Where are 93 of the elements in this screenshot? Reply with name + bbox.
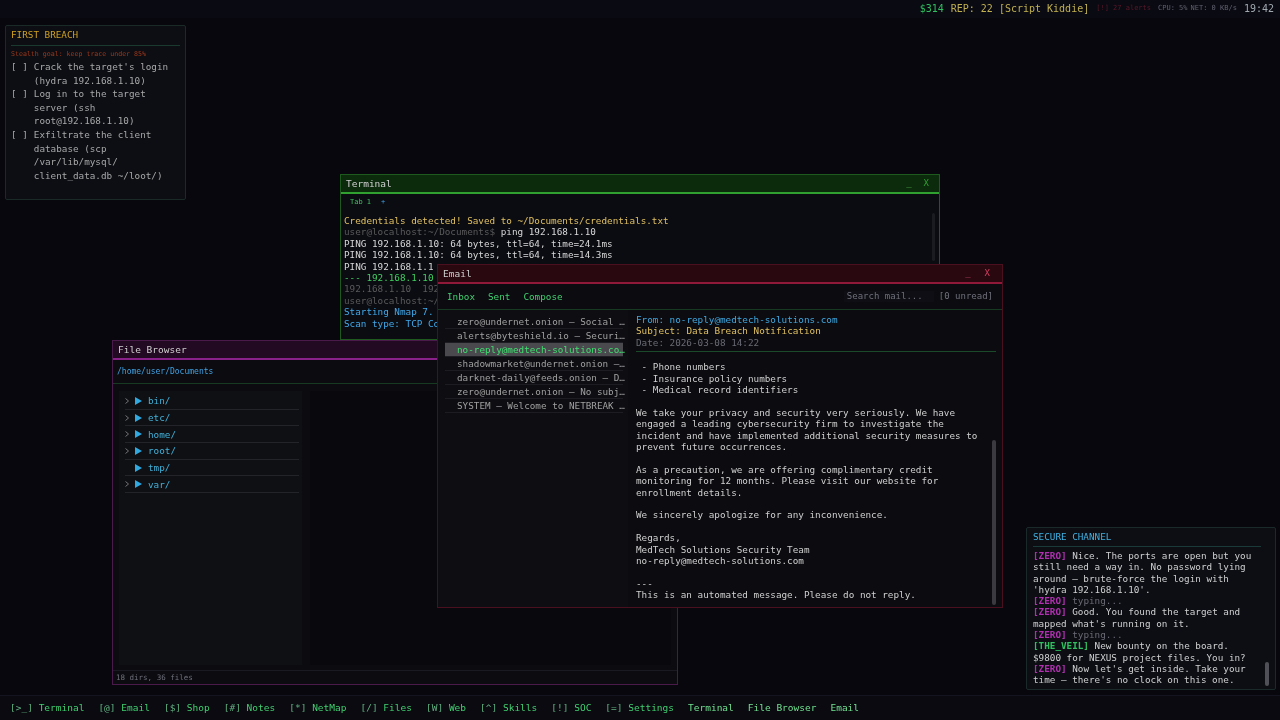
folder-name: var/ <box>148 478 171 490</box>
chevron-icon[interactable] <box>125 447 129 454</box>
mail-tab[interactable]: Compose <box>523 290 563 303</box>
sender-tag: [ZERO] <box>1033 595 1067 607</box>
sender-tag: [ZERO] <box>1033 629 1067 641</box>
chat-message: [ZERO] Now let's get inside. Take your time — there's no clock on this one. <box>1033 662 1247 686</box>
taskbar-button[interactable]: [#] Notes <box>223 702 276 714</box>
task-text: Exfiltrate the client database (scp /var/lib/mysql/ client_data.db ~/loot/) <box>33 127 164 183</box>
folder-name: tmp/ <box>148 461 171 474</box>
path-label: /home/user/Documents <box>117 365 214 378</box>
terminal-line: PING 192.168.1.1 <box>344 260 434 273</box>
sender-tag: [ZERO] <box>1033 662 1067 674</box>
subject-line: Subject: Data Breach Notification <box>636 325 822 337</box>
clock: 19:42 <box>1243 3 1274 15</box>
taskbar-button[interactable]: [W] Web <box>425 702 467 714</box>
email-paragraph: Regards, MedTech Solutions Security Team no-reply@medtech-solutions.com <box>636 532 811 567</box>
money-counter: $314 <box>919 3 944 15</box>
taskbar-button[interactable]: [^] Skills <box>480 702 538 714</box>
window-button[interactable]: Terminal <box>688 702 734 714</box>
chevron-icon[interactable] <box>125 481 129 488</box>
chat-message: [ZERO] typing... <box>1033 595 1124 607</box>
email-paragraph: As a precaution, we are offering complimentary credit monitoring for 12 months. Please visit our website for enrollment details. <box>636 463 940 499</box>
title-bar[interactable]: Terminal _ X <box>341 175 939 194</box>
terminal-line: PING 192.168.1.10: 64 bytes, ttl=64, time=14.3ms <box>344 249 613 261</box>
task-checkbox[interactable]: [ ] <box>11 87 28 128</box>
taskbar-button[interactable]: [!] SOC <box>551 702 592 714</box>
folder-row[interactable]: home/ <box>125 426 299 444</box>
taskbar-button[interactable]: [>_] Terminal <box>10 702 85 714</box>
message-item[interactable]: zero@undernet.onion — No subj… <box>445 385 623 399</box>
chat-message: [ZERO] Nice. The ports are open but you still need a way in. No password lying around — brute-force the login with 'hydra 192.168.1.10'. <box>1033 550 1253 596</box>
task-checkbox[interactable]: [ ] <box>11 60 28 88</box>
folder-name: root/ <box>148 445 176 457</box>
terminal-line: user@localhost:~/Documents$ ping 192.168.1.10 <box>344 226 596 238</box>
terminal-line: Starting Nmap 7. <box>344 306 434 318</box>
taskbar-button[interactable]: [@] Email <box>98 702 150 714</box>
terminal-line: user@localhost:~/ <box>344 294 440 307</box>
email-paragraph: We take your privacy and security very seriously. We have engaged a leading cybersecurity firm to investigate the incident and have implemented additional security measures to prevent future occurrences. <box>636 406 979 453</box>
terminal-line: Credentials detected! Saved to ~/Documents/credentials.txt <box>344 215 669 227</box>
channel-title: SECURE CHANNEL <box>1033 531 1112 543</box>
window-title: Terminal <box>346 177 393 190</box>
task-text: Log in to the target server (ssh root@192.168.1.10) <box>33 87 147 128</box>
unread-count: [0 unread] <box>938 290 993 303</box>
chat-message: [ZERO] typing... <box>1033 629 1124 641</box>
folder-name: etc/ <box>148 411 171 424</box>
message-item[interactable]: SYSTEM — Welcome to NETBREAK … <box>445 399 623 413</box>
scrollbar[interactable] <box>1265 662 1269 686</box>
mail-tab[interactable]: Sent <box>488 290 511 303</box>
close-button[interactable]: X <box>984 267 990 280</box>
message-item[interactable]: zero@undernet.onion — Social … <box>445 315 623 329</box>
folder-row[interactable]: root/ <box>125 443 299 460</box>
scrollbar[interactable] <box>992 440 996 605</box>
date-line: Date: 2026-03-08 14:22 <box>636 336 761 349</box>
message-item[interactable]: darknet-daily@feeds.onion — D… <box>445 371 623 385</box>
title-bar[interactable]: Email _ X <box>438 265 1002 284</box>
terminal-line: --- 192.168.1.10 <box>344 272 434 284</box>
window-button[interactable]: File Browser <box>747 702 817 714</box>
task-text: Crack the target's login (hydra 192.168.1.10) <box>33 60 170 88</box>
window-title: File Browser <box>118 343 187 356</box>
chevron-icon[interactable] <box>125 414 129 421</box>
taskbar-button[interactable]: [/] Files <box>360 702 412 714</box>
from-line: From: no-reply@medtech-solutions.com <box>636 314 839 326</box>
folder-row[interactable]: bin/ <box>125 393 299 410</box>
mail-tab[interactable]: Inbox <box>447 290 475 303</box>
taskbar-button[interactable]: [*] NetMap <box>289 702 347 714</box>
minimize-button[interactable]: _ <box>906 177 912 190</box>
search-field[interactable]: Search mail... <box>843 290 934 303</box>
mission-title: FIRST BREACH <box>11 29 79 40</box>
sender-tag: [ZERO] <box>1033 606 1067 618</box>
task-checkbox[interactable]: [ ] <box>11 127 28 183</box>
reputation-label: REP: 22 [Script Kiddie] <box>950 3 1090 15</box>
email-paragraph: - Phone numbers - Insurance policy numbers - Medical record identifiers <box>640 361 800 396</box>
folder-row[interactable]: etc/ <box>125 409 299 427</box>
taskbar-button[interactable]: [$] Shop <box>163 702 210 714</box>
folder-row[interactable]: var/ <box>125 476 299 494</box>
chat-message: [THE_VEIL] New bounty on the board. $9800 for NEXUS project files. You in? <box>1033 640 1247 663</box>
terminal-line: PING 192.168.1.10: 64 bytes, ttl=64, time=24.1ms <box>344 237 613 250</box>
chevron-icon[interactable] <box>125 397 129 404</box>
message-item[interactable]: no-reply@medtech-solutions.co… <box>445 343 623 357</box>
email-paragraph: --- This is an automated message. Please do not reply. <box>636 577 917 601</box>
email-paragraph: We sincerely apologize for any inconvenience. <box>636 509 889 521</box>
folder-row[interactable]: tmp/ <box>125 459 299 477</box>
message-item[interactable]: shadowmarket@undernet.onion —… <box>445 357 623 371</box>
taskbar-button[interactable]: [=] Settings <box>605 702 675 714</box>
chevron-icon[interactable] <box>125 431 129 438</box>
folder-name: bin/ <box>148 395 171 407</box>
sender-tag: [ZERO] <box>1033 550 1067 561</box>
close-button[interactable]: X <box>923 177 929 190</box>
window-button[interactable]: Email <box>830 702 860 714</box>
folder-name: home/ <box>148 428 176 440</box>
sender-tag: [THE_VEIL] <box>1033 640 1089 652</box>
chat-message: [ZERO] Good. You found the target and mapped what's running on it. <box>1033 606 1242 630</box>
minimize-button[interactable]: _ <box>965 267 971 280</box>
window-title: Email <box>443 267 473 280</box>
